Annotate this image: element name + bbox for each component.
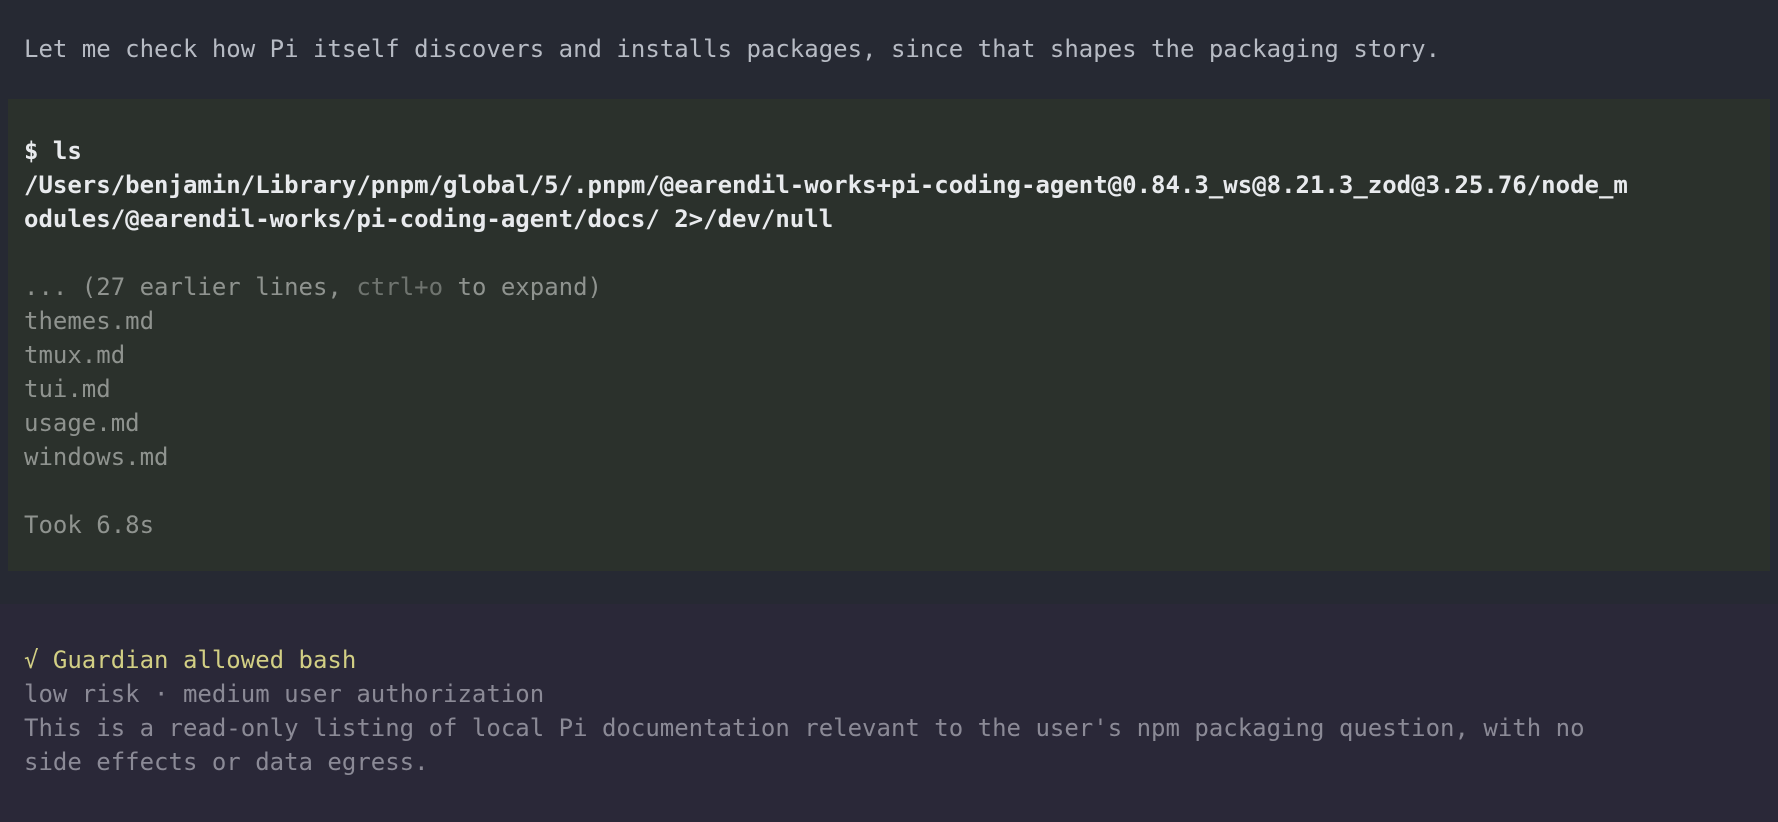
bash-command-line: /Users/benjamin/Library/pnpm/global/5/.p…	[24, 171, 1628, 199]
collapsed-output-toggle[interactable]: ... (27 earlier lines, ctrl+o to expand)	[24, 270, 1764, 304]
assistant-message: Let me check how Pi itself discovers and…	[24, 35, 1441, 63]
duration-text: Took 6.8s	[24, 511, 155, 539]
bash-command-line: $ ls	[24, 137, 82, 165]
output-line: tmux.md	[24, 341, 126, 369]
collapsed-prefix: ... (27 earlier lines,	[24, 273, 357, 301]
collapsed-suffix: to expand)	[443, 273, 602, 301]
output-line: themes.md	[24, 307, 155, 335]
bash-command-line: odules/@earendil-works/pi-coding-agent/d…	[24, 205, 834, 233]
guardian-block: √ Guardian allowed bash low risk · mediu…	[0, 604, 1778, 822]
bash-tool-block: $ ls /Users/benjamin/Library/pnpm/global…	[8, 99, 1770, 571]
guardian-reason-line: side effects or data egress.	[24, 748, 429, 776]
output-line: windows.md	[24, 443, 169, 471]
guardian-reason-line: This is a read-only listing of local Pi …	[24, 714, 1585, 742]
expand-shortcut: ctrl+o	[356, 273, 444, 301]
output-line: tui.md	[24, 375, 111, 403]
guardian-risk-meta: low risk · medium user authorization	[24, 680, 545, 708]
guardian-status-title: √ Guardian allowed bash	[24, 646, 357, 674]
output-line: usage.md	[24, 409, 140, 437]
